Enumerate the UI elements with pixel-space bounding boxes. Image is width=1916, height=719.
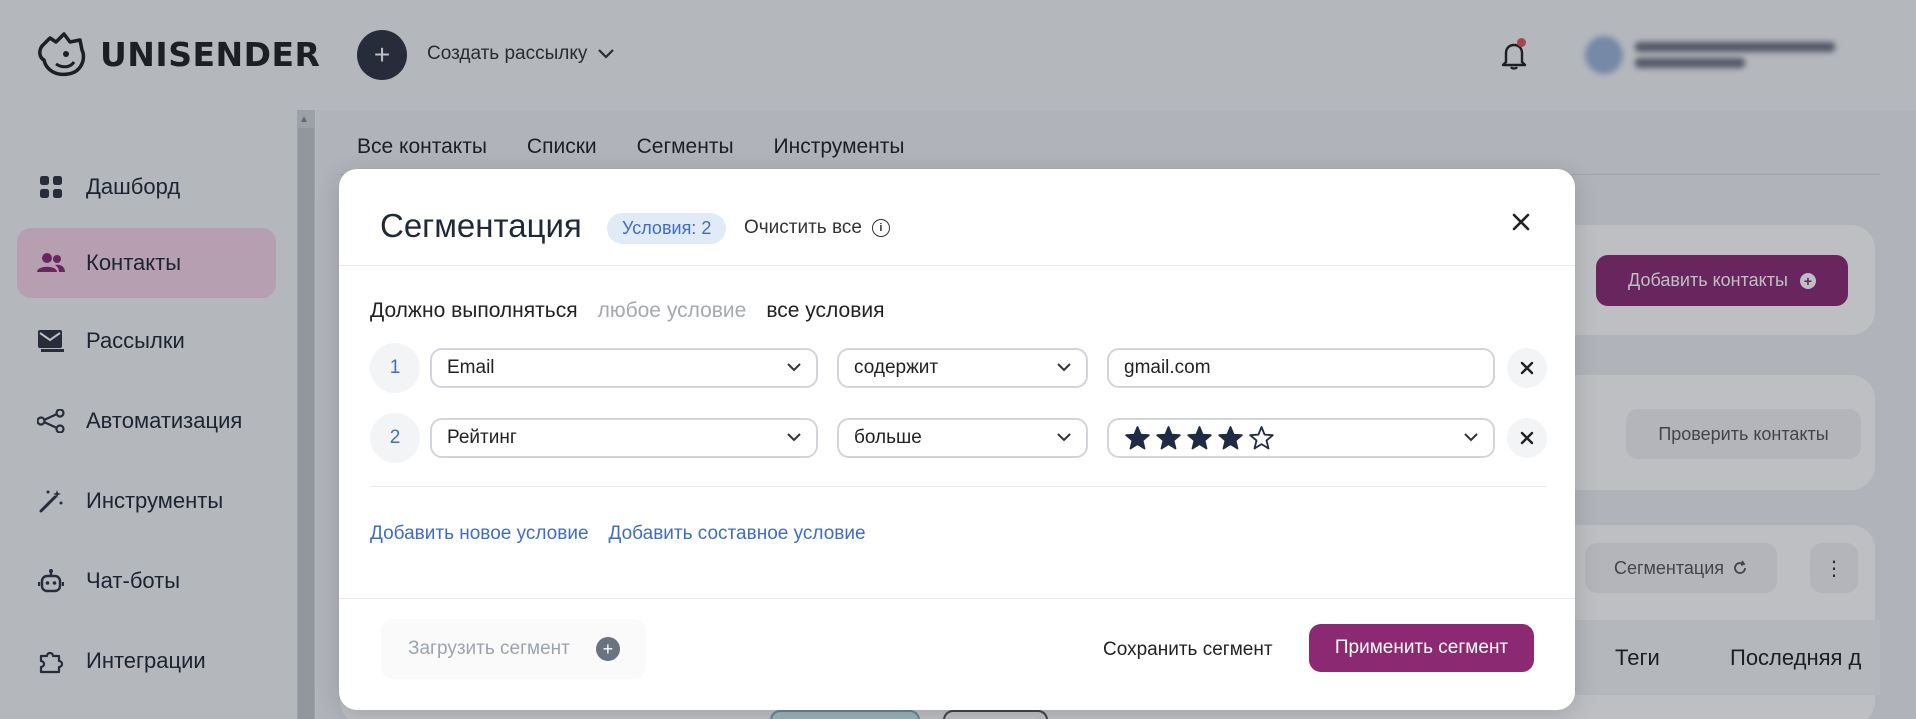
condition-number: 2 [370, 413, 420, 463]
condition-field-select[interactable]: Рейтинг [430, 418, 818, 458]
chevron-down-icon [787, 433, 801, 442]
select-value: Рейтинг [447, 427, 517, 448]
condition-field-select[interactable]: Email [430, 348, 818, 388]
chevron-down-icon [787, 363, 801, 372]
add-condition-link[interactable]: Добавить новое условие [370, 523, 589, 545]
remove-condition-icon[interactable] [1507, 418, 1547, 458]
add-condition-links: Добавить новое условие Добавить составно… [370, 523, 866, 545]
save-segment-button[interactable]: Сохранить сегмент [1103, 639, 1273, 661]
info-icon[interactable]: i [871, 219, 890, 237]
match-all-option[interactable]: все условия [766, 299, 884, 323]
add-compound-condition-link[interactable]: Добавить составное условие [609, 523, 866, 545]
remove-condition-icon[interactable] [1507, 348, 1547, 388]
chevron-down-icon [1057, 433, 1071, 442]
chevron-down-icon [1464, 433, 1478, 442]
match-mode-switch: Должно выполняться любое условие все усл… [370, 299, 884, 323]
condition-number: 1 [370, 343, 420, 393]
match-any-option[interactable]: любое условие [598, 299, 747, 323]
load-segment-label: Загрузить сегмент [408, 638, 570, 659]
condition-value-input[interactable]: gmail.com [1107, 348, 1495, 388]
star-filled-icon[interactable] [1186, 425, 1213, 452]
conditions-count-badge: Условия: 2 [607, 213, 727, 244]
select-value: Email [447, 357, 495, 378]
star-empty-icon[interactable] [1248, 425, 1275, 452]
clear-all-label: Очистить все [744, 217, 862, 238]
modal-title: Сегментация [380, 207, 582, 244]
apply-segment-button[interactable]: Применить сегмент [1309, 624, 1534, 672]
select-value: больше [854, 427, 922, 448]
clear-all-button[interactable]: Очистить все i [744, 217, 890, 239]
close-icon[interactable] [1504, 205, 1538, 239]
star-filled-icon[interactable] [1155, 425, 1182, 452]
segmentation-modal: Сегментация Условия: 2 Очистить все i До… [339, 169, 1575, 710]
condition-operator-select[interactable]: содержит [837, 348, 1088, 388]
load-segment-button[interactable]: Загрузить сегмент + [381, 619, 646, 679]
divider [370, 486, 1546, 487]
rating-select[interactable] [1107, 418, 1495, 458]
select-value: содержит [854, 357, 939, 378]
condition-operator-select[interactable]: больше [837, 418, 1088, 458]
plus-circle-icon: + [595, 637, 620, 661]
input-value: gmail.com [1124, 357, 1211, 378]
chevron-down-icon [1057, 363, 1071, 372]
star-filled-icon[interactable] [1217, 425, 1244, 452]
divider [339, 265, 1575, 266]
rating-stars [1124, 425, 1275, 452]
match-mode-label: Должно выполняться [370, 299, 578, 322]
divider [339, 598, 1575, 599]
star-filled-icon[interactable] [1124, 425, 1151, 452]
